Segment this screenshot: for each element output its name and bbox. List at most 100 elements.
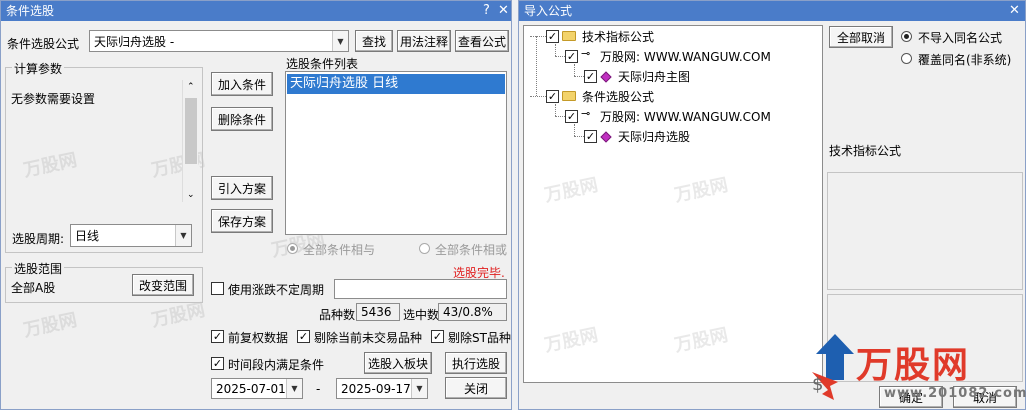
logo-url: www.201082.com bbox=[884, 386, 1026, 401]
tree-node-checkbox[interactable]: ✓ bbox=[565, 50, 578, 63]
change-range-button[interactable]: 改变范围 bbox=[132, 274, 194, 296]
condition-list-label: 选股条件列表 bbox=[286, 57, 359, 71]
scroll-thumb[interactable] bbox=[185, 98, 197, 164]
period-satisfy-label: 时间段内满足条件 bbox=[228, 358, 325, 372]
execute-button[interactable]: 执行选股 bbox=[445, 352, 507, 374]
import-plan-button[interactable]: 引入方案 bbox=[211, 176, 273, 200]
all-or-radio[interactable] bbox=[419, 243, 430, 254]
key-icon: ⊸ bbox=[581, 107, 591, 120]
date-to-value: 2025-09-17 bbox=[341, 381, 411, 396]
exclude-untraded-label: 剔除当前未交易品种 bbox=[314, 331, 423, 345]
prior-adjust-label: 前复权数据 bbox=[228, 331, 289, 345]
date-from-select[interactable]: 2025-07-01 ▼ bbox=[211, 378, 303, 399]
tree-node-label[interactable]: 条件选股公式 bbox=[582, 88, 654, 105]
count-label: 品种数 bbox=[319, 308, 356, 322]
tree-node-label[interactable]: 天际归舟主图 bbox=[618, 68, 690, 85]
chevron-down-icon[interactable]: ▼ bbox=[332, 31, 348, 51]
formula-label: 条件选股公式 bbox=[7, 37, 80, 51]
condition-list[interactable]: 天际归舟选股 日线 bbox=[285, 71, 507, 235]
condition-list-item-text: 天际归舟选股 日线 bbox=[290, 76, 399, 91]
tree-node-label[interactable]: 技术指标公式 bbox=[582, 28, 654, 45]
scroll-up-icon[interactable]: ⌃ bbox=[187, 82, 195, 92]
tree-node-checkbox[interactable]: ✓ bbox=[584, 70, 597, 83]
tree-node-checkbox[interactable]: ✓ bbox=[546, 30, 559, 43]
tree-line bbox=[574, 64, 575, 76]
period-satisfy-checkbox[interactable]: ✓ bbox=[211, 357, 224, 370]
exclude-untraded-checkbox[interactable]: ✓ bbox=[297, 330, 310, 343]
tree-line bbox=[536, 36, 537, 96]
save-plan-button[interactable]: 保存方案 bbox=[211, 209, 273, 233]
close-icon[interactable]: ✕ bbox=[498, 1, 509, 21]
calc-params-scrollbar[interactable]: ⌃ ⌄ bbox=[182, 80, 198, 202]
tree-line bbox=[574, 124, 575, 136]
chevron-down-icon[interactable]: ▼ bbox=[286, 379, 302, 398]
tree-line bbox=[555, 44, 556, 56]
watermark: 万股网 bbox=[542, 174, 600, 207]
watermark: 万股网 bbox=[542, 324, 600, 357]
formula-select[interactable]: 天际归舟选股 - ▼ bbox=[89, 30, 349, 52]
calc-params-group: 计算参数 无参数需要设置 ⌃ ⌄ 选股周期: 日线 ▼ bbox=[5, 60, 203, 253]
selected-label: 选中数 bbox=[403, 308, 440, 322]
brand-logo: $ 万股网 www.201082.com bbox=[804, 326, 1026, 408]
calc-params-text: 无参数需要设置 bbox=[11, 92, 96, 106]
tree-node-label[interactable]: 万股网: WWW.WANGUW.COM bbox=[600, 108, 771, 125]
tree-node-checkbox[interactable]: ✓ bbox=[584, 130, 597, 143]
use-period-label: 使用涨跌不定周期 bbox=[228, 283, 325, 297]
to-board-button[interactable]: 选股入板块 bbox=[364, 352, 432, 374]
find-button[interactable]: 查找 bbox=[355, 30, 393, 52]
all-and-label: 全部条件相与 bbox=[303, 243, 376, 257]
tree-node-label[interactable]: 天际归舟选股 bbox=[618, 128, 690, 145]
close-icon[interactable]: ✕ bbox=[1009, 1, 1020, 21]
formula-tree[interactable]: 万股网 万股网 万股网 万股网 ✓ 技术指标公式 ✓ ⊸ 万股网: WWW.WA… bbox=[523, 25, 823, 383]
view-formula-button[interactable]: 查看公式 bbox=[455, 30, 509, 52]
watermark: 万股网 bbox=[672, 174, 730, 207]
key-icon: ⊸ bbox=[581, 47, 591, 60]
date-separator: - bbox=[316, 382, 321, 396]
condition-select-window: 条件选股 ? ✕ 万股网 万股网 万股网 万股网 万股网 万股网 条件选股公式 … bbox=[0, 0, 512, 410]
cancel-all-button[interactable]: 全部取消 bbox=[829, 26, 893, 48]
exclude-st-label: 剔除ST品种 bbox=[448, 331, 511, 345]
add-condition-button[interactable]: 加入条件 bbox=[211, 72, 273, 96]
use-period-checkbox[interactable] bbox=[211, 282, 224, 295]
tree-node-checkbox[interactable]: ✓ bbox=[565, 110, 578, 123]
period-value: 日线 bbox=[75, 229, 100, 243]
delete-condition-button[interactable]: 删除条件 bbox=[211, 107, 273, 131]
description-panel bbox=[827, 172, 1023, 290]
chevron-down-icon[interactable]: ▼ bbox=[411, 379, 427, 398]
formula-diamond-icon bbox=[600, 131, 612, 143]
import-formula-window: 导入公式 ✕ 万股网 万股网 万股网 万股网 ✓ 技术指标公式 ✓ ⊸ 万股网:… bbox=[518, 0, 1026, 410]
tree-node-checkbox[interactable]: ✓ bbox=[546, 90, 559, 103]
watermark: 万股网 bbox=[21, 309, 79, 342]
condition-list-item[interactable]: 天际归舟选股 日线 bbox=[287, 74, 505, 94]
selected-value: 43/0.8% bbox=[438, 303, 507, 321]
overwrite-radio[interactable] bbox=[901, 53, 912, 64]
window-title: 条件选股 bbox=[6, 4, 55, 18]
exclude-st-checkbox[interactable]: ✓ bbox=[431, 330, 444, 343]
chevron-down-icon[interactable]: ▼ bbox=[175, 225, 191, 246]
date-to-select[interactable]: 2025-09-17 ▼ bbox=[336, 378, 428, 399]
count-value: 5436 bbox=[356, 303, 400, 321]
section-label: 技术指标公式 bbox=[829, 144, 902, 158]
window-title: 导入公式 bbox=[524, 4, 573, 18]
all-and-radio[interactable] bbox=[287, 243, 298, 254]
no-import-radio[interactable] bbox=[901, 31, 912, 42]
usage-note-button[interactable]: 用法注释 bbox=[397, 30, 451, 52]
date-from-value: 2025-07-01 bbox=[216, 381, 286, 396]
range-value: 全部A股 bbox=[11, 281, 56, 295]
close-button[interactable]: 关闭 bbox=[445, 377, 507, 399]
help-icon[interactable]: ? bbox=[483, 1, 490, 21]
calc-params-title: 计算参数 bbox=[12, 60, 65, 77]
range-group: 选股范围 全部A股 改变范围 bbox=[5, 260, 203, 303]
scroll-down-icon[interactable]: ⌄ bbox=[187, 190, 195, 200]
period-label: 选股周期: bbox=[12, 232, 65, 246]
svg-text:$: $ bbox=[812, 374, 823, 395]
tree-node-label[interactable]: 万股网: WWW.WANGUW.COM bbox=[600, 48, 771, 65]
prior-adjust-checkbox[interactable]: ✓ bbox=[211, 330, 224, 343]
logo-text: 万股网 bbox=[856, 345, 971, 386]
title-bar[interactable]: 导入公式 ✕ bbox=[519, 1, 1025, 21]
period-input[interactable] bbox=[334, 279, 507, 299]
period-select[interactable]: 日线 ▼ bbox=[70, 224, 192, 247]
folder-icon bbox=[562, 91, 576, 101]
title-bar[interactable]: 条件选股 ? ✕ bbox=[1, 1, 511, 21]
watermark: 万股网 bbox=[672, 324, 730, 357]
